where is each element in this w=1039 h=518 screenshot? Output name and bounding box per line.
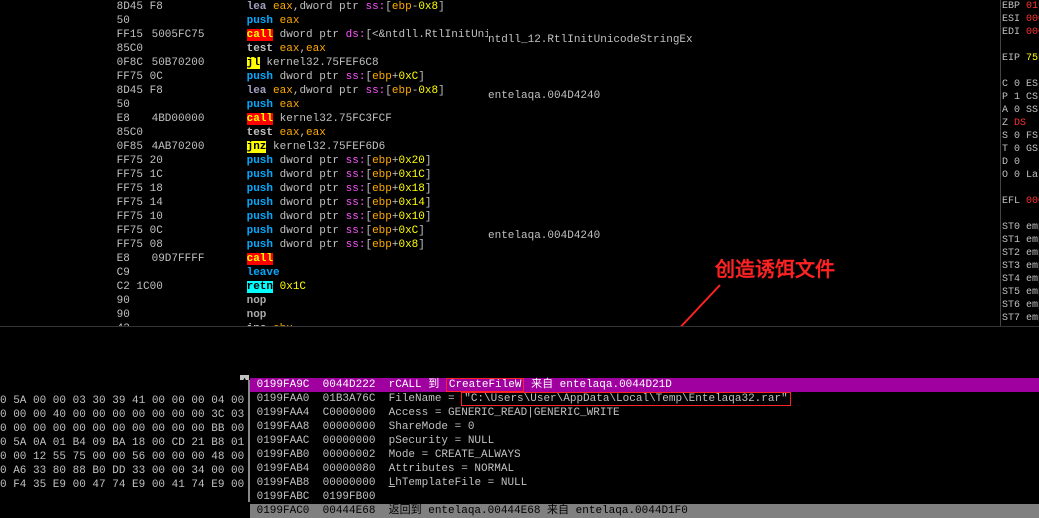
- disasm-row[interactable]: 50push eax: [110, 14, 1000, 28]
- register-row: ST0 empt: [1002, 221, 1039, 234]
- hexdump-pane[interactable]: 0 5A 00 00 03 30 39 41 00 00 00 04 000 0…: [0, 380, 250, 502]
- register-row: [1002, 208, 1039, 221]
- disasm-row[interactable]: FF75 1Cpush dword ptr ss:[ebp+0x1C]: [110, 168, 1000, 182]
- stack-pane[interactable]: 0199FA9C 0044D222 rCALL 到 CreateFileW 来自…: [250, 378, 1039, 502]
- dump-row[interactable]: [0, 380, 248, 394]
- dump-row[interactable]: 0 00 00 40 00 00 00 00 00 00 00 3C 03: [0, 408, 248, 422]
- register-row: ESI 0000: [1002, 13, 1039, 26]
- register-row: O 0 Las: [1002, 169, 1039, 182]
- register-row: ST7 empt: [1002, 312, 1039, 325]
- register-row: ST2 empt: [1002, 247, 1039, 260]
- disasm-row[interactable]: E84BD00000call kernel32.75FC3FCF: [110, 112, 1000, 126]
- disasm-row[interactable]: E809D7FFFFcall: [110, 252, 1000, 266]
- stack-row[interactable]: 0199FAA8 00000000 ShareMode = 0: [250, 420, 1039, 434]
- register-row: P 1 CS: [1002, 91, 1039, 104]
- register-row: ST4 empt: [1002, 273, 1039, 286]
- register-row: A 0 SS: [1002, 104, 1039, 117]
- stack-row[interactable]: 0199FAA0 01B3A76C FileName = "C:\Users\U…: [250, 392, 1039, 406]
- disasm-row[interactable]: FF75 10push dword ptr ss:[ebp+0x10]: [110, 210, 1000, 224]
- dump-row[interactable]: 0 5A 0A 01 B4 09 BA 18 00 CD 21 B8 01: [0, 436, 248, 450]
- dump-row[interactable]: 0 F4 35 E9 00 47 74 E9 00 41 74 E9 00: [0, 478, 248, 492]
- register-row: EDI 0000: [1002, 26, 1039, 39]
- disasm-row[interactable]: 0F8C50B70200jl kernel32.75FEF6C8: [110, 56, 1000, 70]
- disasm-row[interactable]: 8D45 F8lea eax,dword ptr ss:[ebp-0x8]ent…: [110, 84, 1000, 98]
- register-row: D 0: [1002, 156, 1039, 169]
- stack-row-return[interactable]: 0199FAC0 00444E68 返回到 entelaqa.00444E68 …: [250, 504, 1039, 518]
- dump-row[interactable]: 0 00 12 55 75 00 00 56 00 00 00 48 00: [0, 450, 248, 464]
- stack-row[interactable]: 0199FAA4 C0000000 Access = GENERIC_READ|…: [250, 406, 1039, 420]
- stack-row[interactable]: 0199FAB4 00000080 Attributes = NORMAL: [250, 462, 1039, 476]
- register-row: EIP 75FC: [1002, 52, 1039, 65]
- dump-row[interactable]: 0 00 00 00 00 00 00 00 00 00 00 BB 00: [0, 422, 248, 436]
- disasm-row[interactable]: 8D45 F8lea eax,dword ptr ss:[ebp-0x8]: [110, 0, 1000, 14]
- disasm-row[interactable]: FF75 0Cpush dword ptr ss:[ebp+0xC]: [110, 70, 1000, 84]
- disasm-row[interactable]: C2 1C00retn 0x1C: [110, 280, 1000, 294]
- disasm-row[interactable]: FF75 0Cpush dword ptr ss:[ebp+0xC]entela…: [110, 224, 1000, 238]
- disasm-row[interactable]: FF75 20push dword ptr ss:[ebp+0x20]: [110, 154, 1000, 168]
- disasm-row[interactable]: FF75 14push dword ptr ss:[ebp+0x14]: [110, 196, 1000, 210]
- register-row: EFL 0000: [1002, 195, 1039, 208]
- stack-row[interactable]: 0199FAB0 00000002 Mode = CREATE_ALWAYS: [250, 448, 1039, 462]
- register-row: T 0 GS: [1002, 143, 1039, 156]
- register-row: [1002, 182, 1039, 195]
- annotation-text: 创造诱饵文件: [715, 253, 835, 282]
- register-row: ST3 empt: [1002, 260, 1039, 273]
- stack-row-call[interactable]: 0199FA9C 0044D222 rCALL 到 CreateFileW 来自…: [250, 378, 1039, 392]
- disasm-row[interactable]: FF155005FC75call dword ptr ds:[<&ntdll.R…: [110, 28, 1000, 42]
- stack-row[interactable]: 0199FAAC 00000000 pSecurity = NULL: [250, 434, 1039, 448]
- disasm-row[interactable]: C9leave: [110, 266, 1000, 280]
- register-row: ST5 empt: [1002, 286, 1039, 299]
- register-row: C 0 ES: [1002, 78, 1039, 91]
- pane-divider: [0, 326, 1039, 377]
- register-row: [1002, 65, 1039, 78]
- register-row: ST1 empt: [1002, 234, 1039, 247]
- register-row: [1002, 39, 1039, 52]
- register-row: Z DS: [1002, 117, 1039, 130]
- dump-row[interactable]: 0 5A 00 00 03 30 39 41 00 00 00 04 00: [0, 394, 248, 408]
- register-row: EBP 0199: [1002, 0, 1039, 13]
- disasm-row[interactable]: 0F854AB70200jnz kernel32.75FEF6D6: [110, 140, 1000, 154]
- disasm-row[interactable]: FF75 18push dword ptr ss:[ebp+0x18]: [110, 182, 1000, 196]
- dump-row[interactable]: 0 A6 33 80 88 B0 DD 33 00 00 34 00 00: [0, 464, 248, 478]
- stack-row[interactable]: 0199FAB8 00000000 LhTemplateFile = NULL: [250, 476, 1039, 490]
- disasm-row[interactable]: 85C0test eax,eax: [110, 126, 1000, 140]
- register-row: S 0 FS: [1002, 130, 1039, 143]
- registers-pane[interactable]: EBP 0199ESI 0000EDI 0000 EIP 75FC C 0 ES…: [1002, 0, 1039, 330]
- disasm-row[interactable]: 90nop: [110, 308, 1000, 322]
- disassembly-pane[interactable]: 8D45 F8lea eax,dword ptr ss:[ebp-0x8] 50…: [110, 0, 1001, 330]
- disasm-row[interactable]: 90nop: [110, 294, 1000, 308]
- register-row: ST6 empt: [1002, 299, 1039, 312]
